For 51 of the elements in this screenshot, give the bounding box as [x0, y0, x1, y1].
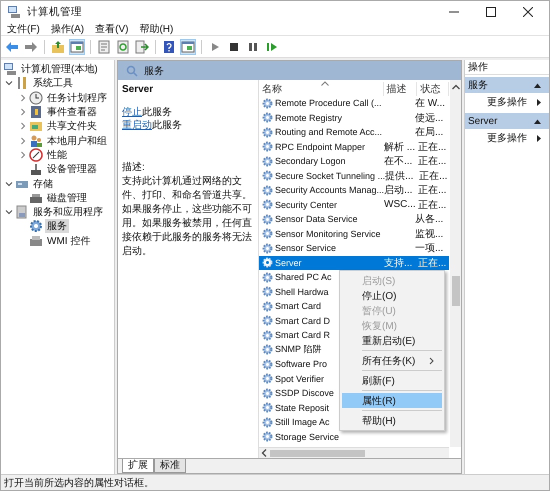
description-cell-text: WSC... — [384, 199, 417, 210]
service-name-cell: Security Center — [275, 200, 338, 210]
service-name-cell: Security Accounts Manag... — [275, 185, 384, 196]
service-name-cell: Shell Hardwa — [275, 286, 329, 297]
status-bar: 打开当前所选内容的属性对话框。 — [1, 474, 549, 490]
status-cell-text: 正在... — [418, 256, 448, 270]
service-name-cell: Smart Card D — [275, 316, 330, 326]
panel-title: 服务 — [144, 64, 164, 78]
service-name-cell: Sensor Data Service — [275, 214, 358, 224]
description-cell-text: 监视... — [415, 228, 444, 241]
service-name-cell: Sensor Service — [275, 243, 336, 254]
description-cell-text: 启动... — [384, 184, 414, 198]
service-name-cell: Secure Socket Tunneling ... — [275, 170, 386, 181]
service-name-cell: Smart Card R — [275, 330, 330, 340]
status-cell-text: 正在... — [418, 155, 448, 168]
description-cell-text: 一项... — [415, 242, 444, 256]
window-title: 计算机管理 — [27, 4, 82, 18]
description-cell-text: 解析 ... — [384, 140, 416, 154]
service-name-cell: Routing and Remote Acc... — [275, 127, 382, 138]
description-cell-text: 在局... — [415, 126, 444, 140]
service-name-cell: Sensor Monitoring Service — [275, 228, 381, 239]
service-name-cell: SSDP Discove — [275, 388, 334, 398]
status-cell-text: 正在... — [418, 198, 448, 212]
service-name-cell: Remote Procedure Call (... — [275, 98, 382, 108]
service-name-cell: SNMP 陷阱 — [275, 343, 322, 356]
service-name-cell: RPC Endpoint Mapper — [275, 142, 366, 152]
status-cell-text: 正在... — [418, 140, 448, 154]
service-name-cell: Software Pro — [275, 359, 328, 370]
service-name-cell: State Reposit — [275, 402, 330, 413]
description-text: 支持此计算机通过网络的文件、打印、和命名管道共享。如果服务停止，这些功能不可用。如果服务被禁用，任何直接依赖于此服务的服务将无法启动。 — [122, 175, 253, 259]
description-cell-text: 在 W... — [415, 97, 446, 110]
service-name-cell: Shared PC Ac — [275, 272, 332, 282]
service-name-cell: Still Image Ac — [275, 417, 330, 428]
description-cell-text: 支持... — [384, 256, 414, 270]
service-name-cell: Remote Registry — [275, 112, 342, 123]
action-text: 停止此服务 — [122, 107, 173, 119]
service-name: Server — [122, 84, 154, 95]
service-name-cell: Secondary Logon — [275, 156, 346, 166]
description-cell-text: 提供... — [385, 170, 414, 183]
action-text: 重启动此服务 — [122, 120, 183, 132]
service-name-cell: Server — [275, 258, 302, 268]
status-cell-text: 正在... — [418, 184, 448, 198]
actions-pane-title: 操作 — [465, 60, 549, 75]
service-name-cell: Spot Verifier — [275, 374, 324, 384]
description-cell-text: 在不... — [384, 155, 414, 168]
service-name-cell: Smart Card — [275, 301, 322, 312]
description-label: 描述: — [122, 160, 146, 174]
service-name-cell: Storage Service — [275, 432, 340, 442]
description-cell-text: 使远... — [415, 112, 444, 125]
status-cell-text: 正在... — [419, 170, 448, 183]
description-cell-text: 从各... — [415, 212, 444, 226]
